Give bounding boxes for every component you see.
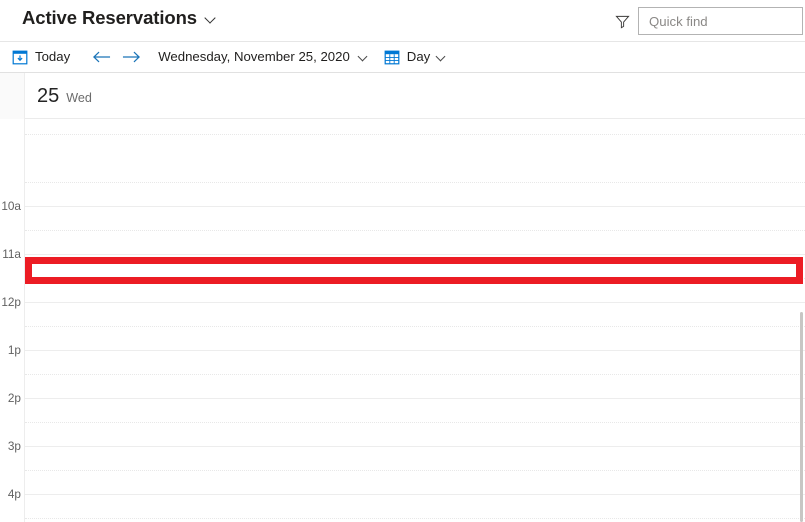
day-of-week: Wed [66, 90, 92, 105]
hour-line [25, 494, 805, 495]
calendar-grid-scroll-area[interactable]: 10a11a12p1p2p3p4p5p [0, 119, 805, 522]
date-picker-button[interactable]: Wednesday, November 25, 2020 [156, 42, 372, 72]
hour-line [25, 350, 805, 351]
vertical-scrollbar-thumb[interactable] [800, 312, 803, 522]
previous-day-button[interactable] [86, 42, 116, 72]
day-header-gutter-corner [0, 73, 25, 119]
chevron-down-icon[interactable] [437, 52, 448, 63]
view-mode-button[interactable]: Day [382, 42, 450, 72]
half-hour-line [25, 230, 805, 231]
half-hour-line [25, 422, 805, 423]
filter-funnel-icon [614, 15, 630, 29]
half-hour-line [25, 470, 805, 471]
calendar-day-icon [384, 50, 400, 65]
view-selector[interactable]: Active Reservations [22, 7, 217, 29]
search-input[interactable] [639, 8, 805, 34]
arrow-right-icon [122, 51, 140, 63]
hour-line [25, 398, 805, 399]
hour-line [25, 446, 805, 447]
hour-label: 2p [7, 391, 21, 405]
half-hour-line [25, 326, 805, 327]
hour-label: 3p [7, 439, 21, 453]
day-column-body[interactable] [25, 119, 805, 522]
half-hour-line [25, 278, 805, 279]
filter-button[interactable] [611, 10, 633, 32]
calendar-today-icon [12, 50, 28, 65]
calendar-toolbar: Today Wednesday, November 25, 2020 Day [0, 42, 805, 73]
today-button[interactable]: Today [8, 42, 74, 72]
half-hour-line [25, 182, 805, 183]
quick-find-box[interactable] [638, 7, 805, 35]
hour-label: 11a [2, 247, 21, 261]
page-title: Active Reservations [22, 7, 197, 28]
calendar-surface: 25 Wed 10a11a12p1p2p3p4p5p [0, 73, 805, 522]
current-date-label: Wednesday, November 25, 2020 [158, 49, 350, 64]
hour-label: 4p [7, 487, 21, 501]
half-hour-line [25, 374, 805, 375]
hour-line [25, 206, 805, 207]
today-button-label: Today [35, 49, 71, 64]
chevron-down-icon[interactable] [359, 52, 370, 63]
next-day-button[interactable] [116, 42, 146, 72]
hour-line [25, 254, 805, 255]
hour-label: 10a [1, 199, 21, 213]
vertical-scrollbar[interactable] [799, 119, 805, 522]
day-number: 25 [37, 84, 60, 107]
app-header: Active Reservations [0, 0, 805, 42]
hour-label: 12p [1, 295, 21, 309]
day-column-header[interactable]: 25 Wed [25, 73, 805, 119]
chevron-down-icon[interactable] [206, 13, 217, 24]
view-mode-label: Day [406, 49, 431, 64]
hour-line [25, 302, 805, 303]
hour-label: 1p [7, 343, 21, 357]
arrow-left-icon [92, 51, 110, 63]
half-hour-line [25, 134, 805, 135]
half-hour-line [25, 518, 805, 519]
time-gutter: 10a11a12p1p2p3p4p5p [0, 119, 25, 522]
